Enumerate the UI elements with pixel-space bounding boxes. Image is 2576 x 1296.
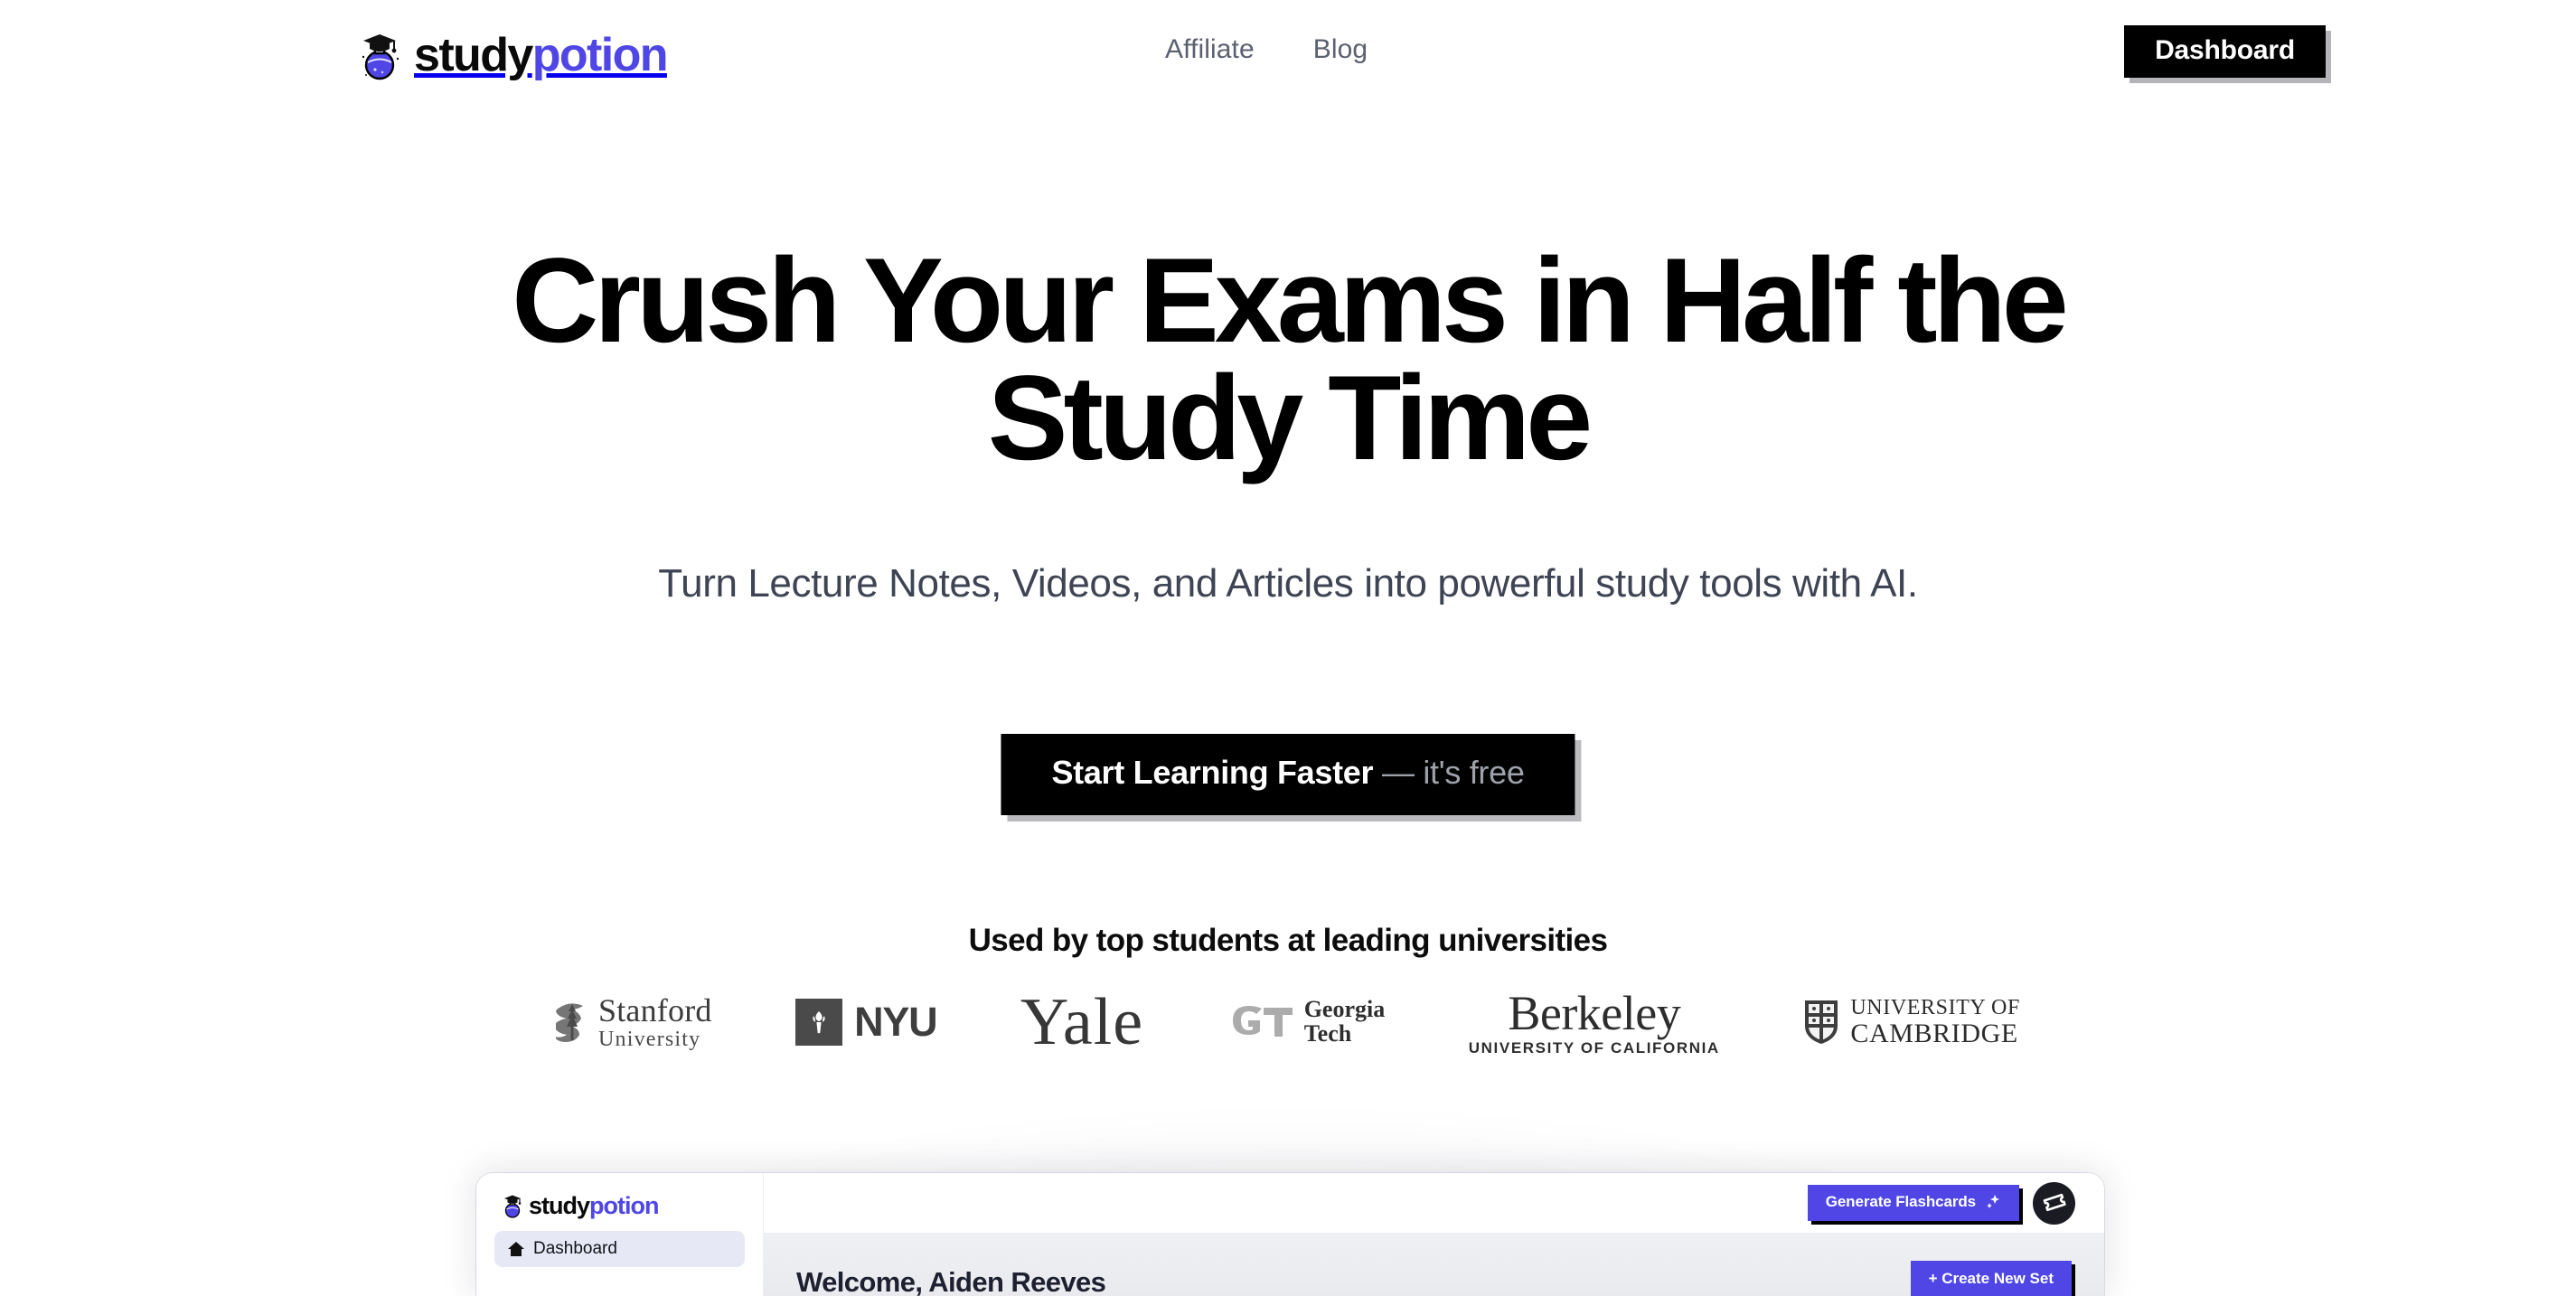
preview-main: Generate Flashcards Welcome, Aiden Reeve…	[764, 1173, 2104, 1296]
berkeley-line2: UNIVERSITY OF CALIFORNIA	[1468, 1039, 1720, 1057]
sidebar-item-label: Dashboard	[533, 1239, 617, 1258]
hero-headline: Crush Your Exams in Half the Study Time	[512, 234, 2069, 486]
main-nav: Affiliate Blog	[1165, 34, 1368, 65]
home-icon	[507, 1240, 525, 1258]
generate-flashcards-button[interactable]: Generate Flashcards	[1807, 1185, 2019, 1221]
flask-graduation-cap-icon	[502, 1193, 525, 1218]
create-new-set-button[interactable]: + Create New Set	[1910, 1261, 2072, 1296]
gt-line1: Georgia	[1303, 996, 1386, 1023]
stanford-tree-icon	[554, 999, 588, 1046]
landing-page: studypotion Affiliate Blog Dashboard Cru…	[0, 0, 2576, 1296]
flask-graduation-cap-icon	[358, 30, 405, 80]
sparkles-icon	[1985, 1194, 2001, 1210]
stanford-line2: University	[598, 1028, 701, 1051]
yale-wordmark: Yale	[1020, 985, 1144, 1059]
university-logo-row: Stanford University NYU Yale Georgia Tec…	[554, 983, 2020, 1061]
preview-brand-logo[interactable]: studypotion	[502, 1193, 745, 1218]
stanford-line1: Stanford	[598, 992, 712, 1028]
hero-cta-wrapper: Start Learning Faster — it's free	[1001, 734, 1575, 815]
social-proof-title: Used by top students at leading universi…	[968, 923, 1608, 958]
dashboard-button[interactable]: Dashboard	[2124, 25, 2326, 78]
ticket-button[interactable]	[2033, 1181, 2075, 1225]
dashboard-preview: studypotion Dashboard Generate Flashcard…	[476, 1173, 2104, 1296]
sidebar-item-dashboard[interactable]: Dashboard	[494, 1231, 745, 1267]
berkeley-wordmark: Berkeley UNIVERSITY OF CALIFORNIA	[1469, 989, 1720, 1056]
stanford-wordmark: Stanford University	[598, 994, 712, 1050]
ticket-icon	[2043, 1190, 2066, 1216]
preview-brand-wordmark: studypotion	[529, 1191, 659, 1219]
gt-monogram-icon	[1227, 1002, 1296, 1042]
nav-link-affiliate[interactable]: Affiliate	[1165, 34, 1255, 65]
gt-line2: Tech	[1303, 1020, 1352, 1047]
hero-subheadline: Turn Lecture Notes, Videos, and Articles…	[658, 561, 1918, 606]
brand-wordmark: studypotion	[414, 29, 669, 81]
generate-flashcards-label: Generate Flashcards	[1825, 1193, 1976, 1210]
nyu-torch-icon	[795, 999, 843, 1046]
cambridge-wordmark: UNIVERSITY OF CAMBRIDGE	[1850, 995, 2020, 1048]
cta-secondary-label: — it's free	[1381, 754, 1525, 791]
cambridge-line1: UNIVERSITY OF	[1850, 995, 2020, 1019]
nyu-wordmark: NYU	[854, 999, 937, 1045]
cta-primary-label: Start Learning Faster	[1051, 754, 1374, 791]
nav-link-blog[interactable]: Blog	[1313, 34, 1368, 65]
logo-stanford: Stanford University	[554, 983, 712, 1061]
cambridge-line2: CAMBRIDGE	[1850, 1018, 2018, 1048]
preview-brand-word-study: study	[529, 1191, 590, 1219]
preview-sidebar: studypotion Dashboard	[476, 1173, 764, 1296]
preview-brand-word-potion: potion	[589, 1191, 659, 1219]
logo-cambridge: UNIVERSITY OF CAMBRIDGE	[1803, 983, 2020, 1061]
start-learning-button[interactable]: Start Learning Faster — it's free	[1001, 734, 1575, 815]
brand-word-potion: potion	[531, 29, 669, 81]
welcome-heading: Welcome, Aiden Reeves	[796, 1266, 1106, 1296]
brand-word-study: study	[414, 29, 533, 81]
site-header: studypotion Affiliate Blog Dashboard	[0, 0, 2576, 116]
logo-georgia-tech: Georgia Tech	[1227, 983, 1386, 1061]
preview-topbar: Generate Flashcards	[764, 1173, 2104, 1234]
berkeley-line1: Berkeley	[1508, 986, 1681, 1040]
preview-content: Welcome, Aiden Reeves + Create New Set	[764, 1234, 2104, 1296]
logo-berkeley: Berkeley UNIVERSITY OF CALIFORNIA	[1469, 983, 1720, 1061]
brand-logo[interactable]: studypotion	[358, 29, 669, 81]
cambridge-shield-icon	[1803, 999, 1839, 1046]
gt-wordmark: Georgia Tech	[1304, 998, 1386, 1046]
logo-yale: Yale	[1020, 983, 1143, 1061]
logo-nyu: NYU	[795, 983, 938, 1061]
